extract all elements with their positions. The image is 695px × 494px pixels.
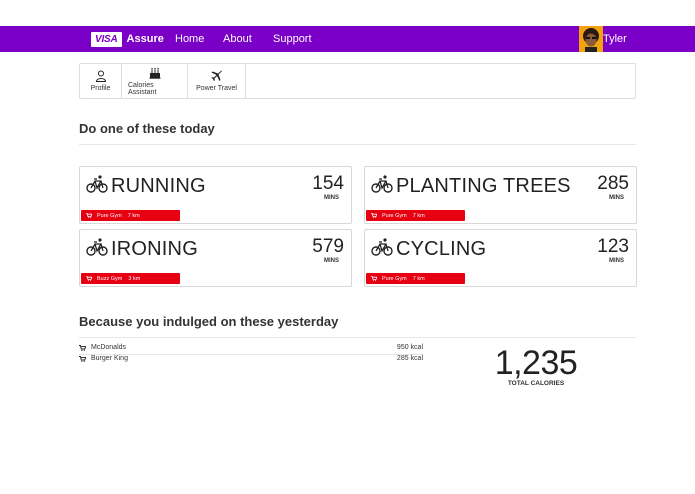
bicycle-icon xyxy=(86,175,108,193)
minutes-unit: MINS xyxy=(609,195,624,201)
section-divider xyxy=(79,144,636,145)
restaurant-name: McDonalds xyxy=(91,344,127,351)
bicycle-icon xyxy=(86,238,108,256)
tool-profile[interactable]: Profile xyxy=(80,64,122,98)
cart-icon xyxy=(79,356,86,362)
activity-name: CYCLING xyxy=(396,238,487,260)
restaurant-name: Burger King xyxy=(91,355,128,362)
gym-name: Pure Gym xyxy=(382,275,407,282)
activity-minutes: 579 xyxy=(312,236,344,257)
brand[interactable]: VISA Assure xyxy=(91,30,164,48)
cart-icon xyxy=(86,276,92,281)
cart-icon xyxy=(86,213,92,218)
activity-minutes: 123 xyxy=(597,236,629,257)
gym-name: Pure Gym xyxy=(97,212,122,219)
list-item: McDonalds 950 kcal xyxy=(79,343,423,354)
total-calories-value: 1,235 xyxy=(494,344,578,382)
user-icon xyxy=(95,70,106,82)
nav-link-about[interactable]: About xyxy=(223,33,252,45)
cart-icon xyxy=(371,276,377,281)
nav-link-support[interactable]: Support xyxy=(273,33,312,45)
activity-card-running[interactable]: RUNNING 154 MINS Pure Gym 7 km xyxy=(79,166,352,224)
section-divider xyxy=(79,337,636,338)
visa-logo: VISA xyxy=(91,31,122,47)
minutes-unit: MINS xyxy=(609,258,624,264)
cake-icon xyxy=(149,67,160,79)
gym-distance: 7 km xyxy=(127,212,140,219)
nav-link-home[interactable]: Home xyxy=(175,33,204,45)
brand-name: Assure xyxy=(126,33,164,45)
feature-toolbar: Profile Calories Assistant Power Travel xyxy=(79,63,636,99)
today-section-title: Do one of these today xyxy=(79,121,215,136)
avatar-face-icon xyxy=(583,28,599,52)
tool-label: Calories Assistant xyxy=(128,81,157,96)
activity-name: PLANTING TREES xyxy=(396,175,571,197)
cart-icon xyxy=(79,345,86,351)
user-name[interactable]: Tyler xyxy=(603,33,627,45)
calories-value: 285 kcal xyxy=(396,355,423,362)
gym-distance: 7 km xyxy=(412,212,425,219)
activity-minutes: 154 xyxy=(312,173,344,194)
activity-minutes: 285 xyxy=(597,173,629,194)
tool-calories-assistant[interactable]: Calories Assistant xyxy=(122,64,188,98)
bicycle-icon xyxy=(371,238,393,256)
activity-card-ironing[interactable]: IRONING 579 MINS Buzz Gym 3 km xyxy=(79,229,352,287)
cart-icon xyxy=(371,213,377,218)
total-calories-label: TOTAL CALORIES xyxy=(507,380,565,387)
minutes-unit: MINS xyxy=(324,195,339,201)
activity-name: RUNNING xyxy=(111,175,206,197)
activity-name: IRONING xyxy=(111,238,198,260)
gym-distance: 3 km xyxy=(128,275,141,282)
gym-distance: 7 km xyxy=(412,275,425,282)
bicycle-icon xyxy=(371,175,393,193)
yesterday-section-title: Because you indulged on these yesterday xyxy=(79,314,339,329)
tool-power-travel[interactable]: Power Travel xyxy=(188,64,246,98)
list-item: Burger King 285 kcal xyxy=(79,354,423,365)
calories-value: 950 kcal xyxy=(396,344,423,351)
gym-name: Pure Gym xyxy=(382,212,407,219)
gym-name: Buzz Gym xyxy=(97,275,123,282)
activity-card-cycling[interactable]: CYCLING 123 MINS Pure Gym 7 km xyxy=(364,229,637,287)
minutes-unit: MINS xyxy=(324,258,339,264)
gym-badge[interactable]: Pure Gym 7 km xyxy=(81,210,180,221)
avatar[interactable] xyxy=(579,26,603,52)
gym-badge[interactable]: Pure Gym 7 km xyxy=(366,273,465,284)
tool-label: Power Travel xyxy=(196,85,237,92)
gym-badge[interactable]: Pure Gym 7 km xyxy=(366,210,465,221)
gym-badge[interactable]: Buzz Gym 3 km xyxy=(81,273,180,284)
plane-icon xyxy=(211,70,222,81)
activity-card-planting-trees[interactable]: PLANTING TREES 285 MINS Pure Gym 7 km xyxy=(364,166,637,224)
tool-label: Profile xyxy=(90,85,111,92)
